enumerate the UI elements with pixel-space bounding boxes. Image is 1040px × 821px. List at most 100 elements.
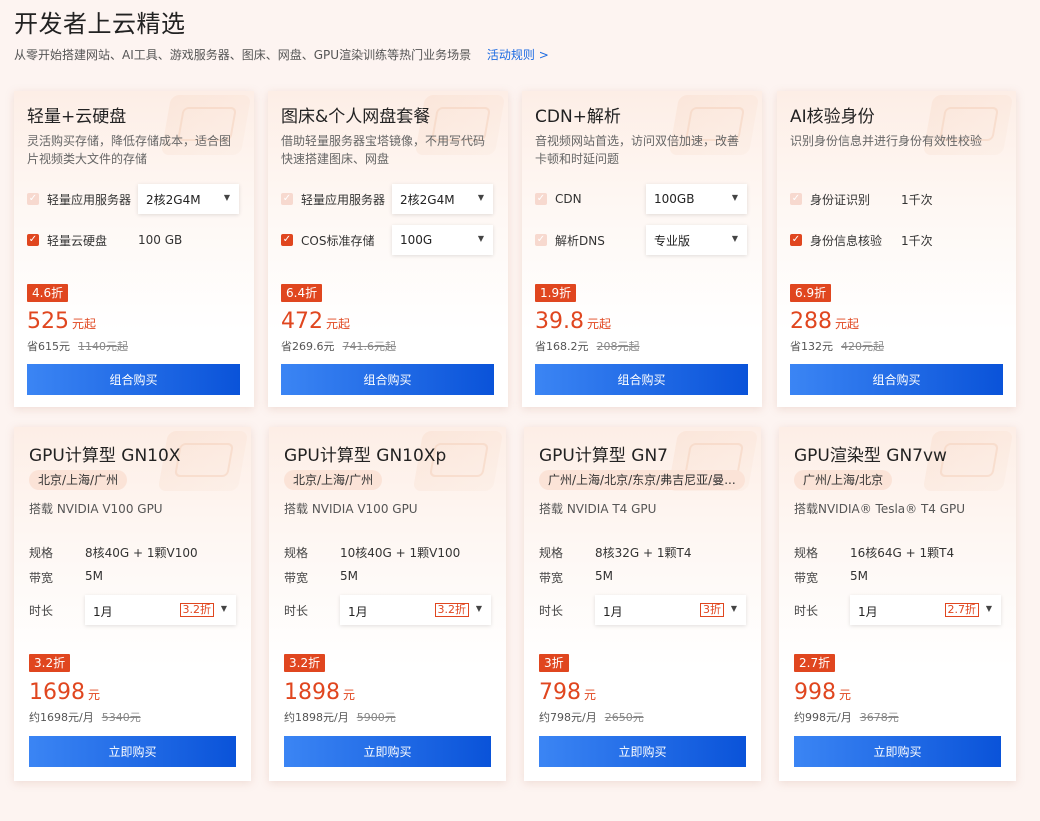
select-value: 2核2G4M bbox=[400, 192, 455, 207]
buy-now-button[interactable]: 立即购买 bbox=[794, 736, 1001, 767]
original-price: 741.6元起 bbox=[342, 340, 397, 353]
savings: 省269.6元 741.6元起 bbox=[281, 338, 396, 354]
checkbox-checked[interactable]: ✓ bbox=[27, 234, 39, 246]
spec-label: 规格 bbox=[284, 546, 309, 560]
card-title: 轻量+云硬盘 bbox=[27, 107, 127, 127]
bandwidth-row: 带宽 5M bbox=[284, 569, 358, 586]
bandwidth-label: 带宽 bbox=[284, 571, 309, 585]
option-label: 轻量云硬盘 bbox=[47, 233, 108, 248]
spec-select[interactable]: 2核2G4M ▼ bbox=[138, 184, 239, 214]
savings-text: 省168.2元 bbox=[535, 340, 589, 353]
spec-value: 8核32G + 1颗T4 bbox=[595, 546, 692, 560]
price: 472 元起 bbox=[281, 309, 350, 334]
combo-buy-button[interactable]: 组合购买 bbox=[27, 364, 240, 395]
combo-buy-button[interactable]: 组合购买 bbox=[535, 364, 748, 395]
original-price: 420元起 bbox=[841, 340, 884, 353]
price-unit: 元起 bbox=[835, 317, 860, 331]
option-label: COS标准存储 bbox=[301, 233, 375, 248]
option-label: 身份证识别 bbox=[810, 192, 871, 207]
price: 798 元 bbox=[539, 680, 596, 705]
select-value: 专业版 bbox=[654, 233, 691, 248]
bandwidth-label: 带宽 bbox=[539, 571, 564, 585]
option-label: 轻量应用服务器 bbox=[47, 192, 132, 207]
caret-down-icon: ▼ bbox=[730, 604, 737, 613]
buy-now-button[interactable]: 立即购买 bbox=[29, 736, 236, 767]
checkbox-disabled: ✓ bbox=[790, 193, 802, 205]
select-value: 100G bbox=[400, 233, 433, 247]
price-unit: 元 bbox=[343, 688, 356, 702]
buy-now-button[interactable]: 立即购买 bbox=[284, 736, 491, 767]
duration-discount-badge: 2.7折 bbox=[944, 603, 979, 617]
option-row: ✓ 身份证识别 bbox=[790, 184, 870, 214]
gpu-card: GPU计算型 GN10Xp 北京/上海/广州 搭载 NVIDIA V100 GP… bbox=[269, 427, 506, 781]
discount-badge: 2.7折 bbox=[794, 654, 836, 672]
card-description: 音视频网站首选，访问双倍加速，改善卡顿和时延问题 bbox=[535, 134, 740, 166]
combo-buy-button[interactable]: 组合购买 bbox=[281, 364, 494, 395]
card-description: 识别身份信息并进行身份有效性校验 bbox=[790, 134, 983, 148]
option-value: 1千次 bbox=[901, 225, 933, 255]
option-value-text: 1千次 bbox=[901, 192, 933, 207]
storage-select[interactable]: 100G ▼ bbox=[392, 225, 493, 255]
discount-badge: 3.2折 bbox=[284, 654, 326, 672]
region-tag: 北京/上海/广州 bbox=[284, 470, 383, 490]
bandwidth-label: 带宽 bbox=[794, 571, 819, 585]
duration-label: 时长 bbox=[29, 604, 54, 618]
checkbox-checked[interactable]: ✓ bbox=[281, 234, 293, 246]
bundle-card: 图床&个人网盘套餐 借助轻量服务器宝塔镜像，不用写代码快速搭建图床、网盘 ✓ 轻… bbox=[268, 91, 508, 407]
caret-down-icon: ▼ bbox=[985, 604, 992, 613]
original-price: 2650元 bbox=[604, 711, 644, 724]
duration-select[interactable]: 1月 2.7折 ▼ bbox=[850, 595, 1001, 625]
price-unit: 元 bbox=[584, 688, 597, 702]
duration-select[interactable]: 1月 3.2折 ▼ bbox=[85, 595, 236, 625]
monthly-text: 约1898元/月 bbox=[284, 711, 349, 724]
price: 525 元起 bbox=[27, 309, 96, 334]
discount-badge: 4.6折 bbox=[27, 284, 69, 302]
option-row: ✓ 轻量云硬盘 bbox=[27, 225, 107, 255]
gpu-description: 搭载 NVIDIA V100 GPU bbox=[29, 502, 163, 516]
card-description: 借助轻量服务器宝塔镜像，不用写代码快速搭建图床、网盘 bbox=[281, 134, 486, 166]
option-label: 身份信息核验 bbox=[810, 233, 883, 248]
bandwidth-value: 5M bbox=[85, 569, 103, 583]
discount-badge: 6.4折 bbox=[281, 284, 323, 302]
price-value: 1698 bbox=[29, 680, 85, 705]
discount-badge: 1.9折 bbox=[535, 284, 577, 302]
card-title: CDN+解析 bbox=[535, 107, 621, 127]
card-decoration bbox=[174, 443, 234, 477]
edition-select[interactable]: 专业版 ▼ bbox=[646, 225, 747, 255]
duration-value: 1月 bbox=[93, 605, 113, 619]
checkbox-checked[interactable]: ✓ bbox=[790, 234, 802, 246]
activity-rules-link[interactable]: 活动规则 > bbox=[487, 48, 549, 62]
spec-label: 规格 bbox=[539, 546, 564, 560]
traffic-select[interactable]: 100GB ▼ bbox=[646, 184, 747, 214]
gpu-description: 搭载 NVIDIA T4 GPU bbox=[539, 502, 657, 516]
combo-buy-button[interactable]: 组合购买 bbox=[790, 364, 1003, 395]
duration-select[interactable]: 1月 3折 ▼ bbox=[595, 595, 746, 625]
duration-label: 时长 bbox=[284, 604, 309, 618]
checkbox-disabled: ✓ bbox=[535, 193, 547, 205]
monthly-text: 约998元/月 bbox=[794, 711, 852, 724]
bandwidth-row: 带宽 5M bbox=[794, 569, 868, 586]
option-row: ✓ 身份信息核验 bbox=[790, 225, 882, 255]
price-value: 39.8 bbox=[535, 309, 584, 334]
bandwidth-value: 5M bbox=[595, 569, 613, 583]
option-row: ✓ CDN bbox=[535, 184, 582, 214]
price-unit: 元起 bbox=[586, 317, 611, 331]
card-decoration bbox=[939, 443, 999, 477]
original-price: 5900元 bbox=[356, 711, 396, 724]
buy-now-button[interactable]: 立即购买 bbox=[539, 736, 746, 767]
price-value: 1898 bbox=[284, 680, 340, 705]
gpu-description: 搭载 NVIDIA V100 GPU bbox=[284, 502, 418, 516]
price-value: 998 bbox=[794, 680, 836, 705]
original-price: 208元起 bbox=[596, 340, 640, 353]
caret-down-icon: ▼ bbox=[731, 193, 738, 202]
bandwidth-value: 5M bbox=[340, 569, 358, 583]
discount-badge: 6.9折 bbox=[790, 284, 832, 302]
spec-select[interactable]: 2核2G4M ▼ bbox=[392, 184, 493, 214]
monthly-price: 约1898元/月 5900元 bbox=[284, 709, 396, 725]
original-price: 1140元起 bbox=[78, 340, 128, 353]
monthly-text: 约1698元/月 bbox=[29, 711, 94, 724]
spec-row: 规格 8核40G + 1颗V100 bbox=[29, 544, 198, 561]
duration-select[interactable]: 1月 3.2折 ▼ bbox=[340, 595, 491, 625]
price: 39.8 元起 bbox=[535, 309, 611, 334]
checkbox-disabled: ✓ bbox=[27, 193, 39, 205]
